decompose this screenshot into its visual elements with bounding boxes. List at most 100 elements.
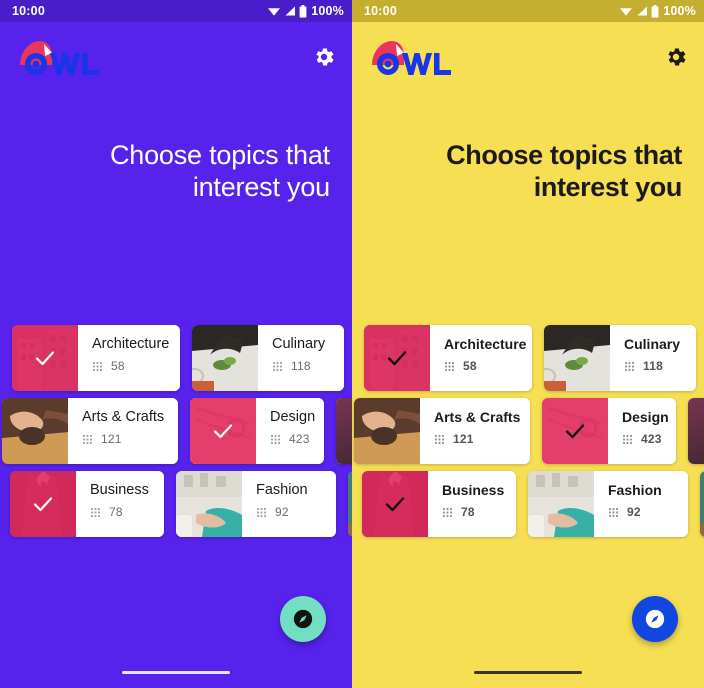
topic-count-row: 78	[90, 505, 164, 519]
topic-count-row: 58	[92, 359, 166, 373]
battery-percent: 100%	[663, 4, 696, 18]
phone-panel-purple: 10:00 100% Choose topics that interest y…	[0, 0, 352, 688]
topic-thumbnail	[364, 325, 430, 391]
check-icon	[563, 419, 587, 443]
owl-logo-icon	[366, 35, 466, 79]
topic-count: 78	[109, 505, 123, 519]
topic-thumbnail	[688, 398, 704, 464]
phone-panel-yellow: 10:00 100% Choose topics that interest y…	[352, 0, 704, 688]
topic-count-row: 121	[82, 432, 164, 446]
topic-name: Business	[442, 482, 505, 498]
grain-grid-icon	[92, 361, 103, 372]
status-system-icons: 100%	[619, 4, 696, 18]
topic-card-fashion[interactable]: Fashion 92	[528, 471, 688, 537]
offscreen-photo	[336, 398, 352, 464]
topic-card-architecture[interactable]: Architecture 58	[364, 325, 532, 391]
check-icon	[385, 346, 409, 370]
explore-fab-button[interactable]	[280, 596, 326, 642]
topic-count: 423	[289, 432, 310, 446]
explore-compass-icon	[293, 609, 313, 629]
grain-grid-icon	[82, 434, 93, 445]
topic-card-fashion[interactable]: Fashion 92	[176, 471, 336, 537]
topic-card-offscreen[interactable]	[700, 471, 704, 537]
signal-icon	[284, 5, 296, 17]
topic-thumbnail	[354, 398, 420, 464]
topic-meta: Fashion 92	[594, 471, 688, 537]
gesture-nav-bar[interactable]	[474, 671, 582, 674]
topic-thumbnail	[700, 471, 704, 537]
topic-grid: Architecture 58 Culinary 118 Arts & Craf…	[352, 325, 704, 550]
topic-count: 58	[111, 359, 125, 373]
grain-grid-icon	[442, 507, 453, 518]
topic-card-culinary[interactable]: Culinary 118	[544, 325, 696, 391]
topic-card-culinary[interactable]: Culinary 118	[192, 325, 344, 391]
topic-card-design[interactable]: Design 423	[190, 398, 324, 464]
topic-name: Business	[90, 482, 149, 498]
topic-card-business[interactable]: Business 78	[362, 471, 516, 537]
gear-icon[interactable]	[664, 45, 688, 69]
topic-count-row: 92	[256, 505, 330, 519]
grain-grid-icon	[434, 434, 445, 445]
topic-meta: Culinary 118	[258, 325, 344, 391]
topic-name: Fashion	[256, 482, 308, 498]
grain-grid-icon	[256, 507, 267, 518]
status-bar: 10:00 100%	[352, 0, 704, 22]
topic-name: Arts & Crafts	[434, 409, 521, 425]
topic-thumbnail	[362, 471, 428, 537]
topic-card-offscreen[interactable]	[336, 398, 352, 464]
grain-grid-icon	[270, 434, 281, 445]
topic-count: 78	[461, 505, 475, 519]
topic-name: Culinary	[624, 336, 681, 352]
gesture-nav-bar[interactable]	[122, 671, 230, 674]
topic-card-arts-crafts[interactable]: Arts & Crafts 121	[354, 398, 530, 464]
topic-count: 58	[463, 359, 477, 373]
topic-meta: Business 78	[76, 471, 164, 537]
signal-icon	[636, 5, 648, 17]
grain-grid-icon	[622, 434, 633, 445]
topic-meta: Design 423	[256, 398, 324, 464]
explore-compass-icon	[645, 609, 665, 629]
offscreen-photo	[688, 398, 704, 464]
topic-meta: Culinary 118	[610, 325, 696, 391]
grain-grid-icon	[624, 361, 635, 372]
topic-thumbnail	[542, 398, 608, 464]
topic-count-row: 78	[442, 505, 516, 519]
topic-name: Architecture	[444, 336, 527, 352]
check-icon	[33, 346, 57, 370]
topic-grid: Architecture 58 Culinary 118 Arts & Craf…	[0, 325, 352, 550]
topic-name: Culinary	[272, 336, 326, 352]
offscreen-photo	[700, 471, 704, 537]
status-system-icons: 100%	[267, 4, 344, 18]
topic-count-row: 92	[608, 505, 682, 519]
topic-row: Architecture 58 Culinary 118	[0, 325, 352, 391]
check-icon	[383, 492, 407, 516]
gear-icon[interactable]	[312, 45, 336, 69]
topic-thumbnail	[192, 325, 258, 391]
topic-thumbnail	[528, 471, 594, 537]
topic-count-row: 118	[624, 359, 696, 373]
topic-card-business[interactable]: Business 78	[10, 471, 164, 537]
topic-meta: Arts & Crafts 121	[68, 398, 178, 464]
topic-thumbnail	[336, 398, 352, 464]
topic-thumbnail	[10, 471, 76, 537]
grain-grid-icon	[90, 507, 101, 518]
topic-card-architecture[interactable]: Architecture 58	[12, 325, 180, 391]
battery-percent: 100%	[311, 4, 344, 18]
topic-card-offscreen[interactable]	[688, 398, 704, 464]
topic-meta: Business 78	[428, 471, 516, 537]
topic-count-row: 121	[434, 432, 516, 446]
topic-name: Architecture	[92, 336, 170, 352]
topic-count: 423	[641, 432, 662, 446]
topic-card-design[interactable]: Design 423	[542, 398, 676, 464]
topic-meta: Architecture 58	[430, 325, 532, 391]
check-icon	[211, 419, 235, 443]
topic-card-arts-crafts[interactable]: Arts & Crafts 121	[2, 398, 178, 464]
explore-fab-button[interactable]	[632, 596, 678, 642]
topic-row: Arts & Crafts 121 Design 423	[0, 398, 352, 464]
topic-row: Architecture 58 Culinary 118	[352, 325, 704, 391]
app-bar	[352, 22, 704, 92]
page-title: Choose topics that interest you	[446, 140, 682, 202]
battery-icon	[651, 4, 659, 18]
owl-logo-icon	[14, 35, 114, 79]
grain-grid-icon	[444, 361, 455, 372]
